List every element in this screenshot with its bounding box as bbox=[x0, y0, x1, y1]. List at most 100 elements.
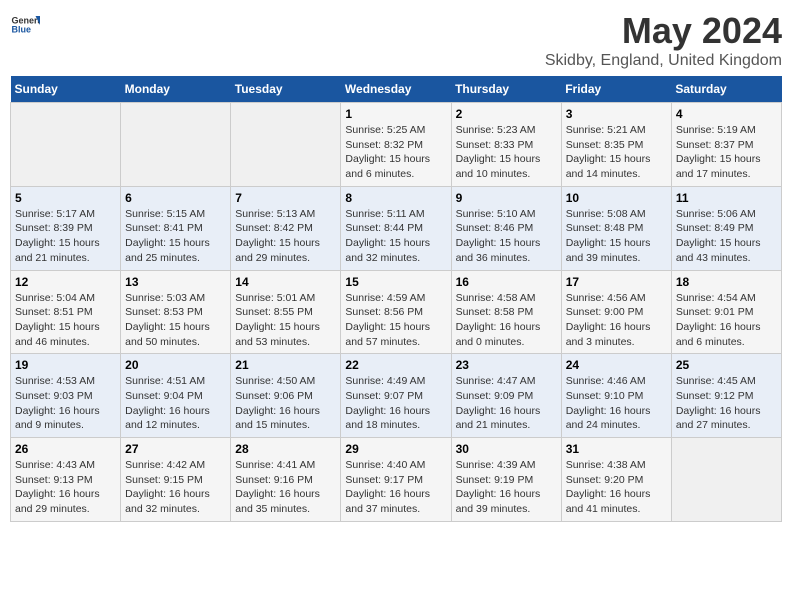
day-info: Sunrise: 4:50 AM Sunset: 9:06 PM Dayligh… bbox=[235, 374, 336, 433]
day-number: 19 bbox=[15, 358, 116, 372]
svg-text:Blue: Blue bbox=[12, 25, 32, 35]
day-info: Sunrise: 5:11 AM Sunset: 8:44 PM Dayligh… bbox=[345, 207, 446, 266]
day-number: 18 bbox=[676, 275, 777, 289]
calendar-cell: 12Sunrise: 5:04 AM Sunset: 8:51 PM Dayli… bbox=[11, 270, 121, 354]
day-number: 8 bbox=[345, 191, 446, 205]
day-info: Sunrise: 4:40 AM Sunset: 9:17 PM Dayligh… bbox=[345, 458, 446, 517]
day-info: Sunrise: 5:13 AM Sunset: 8:42 PM Dayligh… bbox=[235, 207, 336, 266]
day-number: 28 bbox=[235, 442, 336, 456]
weekday-header-thursday: Thursday bbox=[451, 76, 561, 103]
calendar-cell: 15 Sunrise: 4:59 AM Sunset: 8:56 PM Dayli… bbox=[341, 270, 451, 354]
calendar-cell: 8 Sunrise: 5:11 AM Sunset: 8:44 PM Daylig… bbox=[341, 186, 451, 270]
day-number: 10 bbox=[566, 191, 667, 205]
calendar-table: SundayMondayTuesdayWednesdayThursdayFrid… bbox=[10, 76, 782, 522]
day-number: 6 bbox=[125, 191, 226, 205]
calendar-cell: 29 Sunrise: 4:40 AM Sunset: 9:17 PM Dayli… bbox=[341, 438, 451, 522]
day-number: 4 bbox=[676, 107, 777, 121]
day-info: Sunrise: 4:54 AM Sunset: 9:01 PM Dayligh… bbox=[676, 291, 777, 350]
calendar-week-row: 1 Sunrise: 5:25 AM Sunset: 8:32 PM Daylig… bbox=[11, 103, 782, 187]
calendar-cell: 18 Sunrise: 4:54 AM Sunset: 9:01 PM Dayli… bbox=[671, 270, 781, 354]
header: General Blue May 2024 Skidby, England, U… bbox=[10, 10, 782, 70]
day-info: Sunrise: 4:42 AM Sunset: 9:15 PM Dayligh… bbox=[125, 458, 226, 517]
calendar-cell: 27Sunrise: 4:42 AM Sunset: 9:15 PM Dayli… bbox=[121, 438, 231, 522]
day-info: Sunrise: 4:58 AM Sunset: 8:58 PM Dayligh… bbox=[456, 291, 557, 350]
day-number: 23 bbox=[456, 358, 557, 372]
calendar-cell: 7Sunrise: 5:13 AM Sunset: 8:42 PM Daylig… bbox=[231, 186, 341, 270]
day-info: Sunrise: 5:10 AM Sunset: 8:46 PM Dayligh… bbox=[456, 207, 557, 266]
day-info: Sunrise: 5:04 AM Sunset: 8:51 PM Dayligh… bbox=[15, 291, 116, 350]
calendar-cell: 4 Sunrise: 5:19 AM Sunset: 8:37 PM Daylig… bbox=[671, 103, 781, 187]
calendar-cell: 11 Sunrise: 5:06 AM Sunset: 8:49 PM Dayli… bbox=[671, 186, 781, 270]
calendar-cell: 16 Sunrise: 4:58 AM Sunset: 8:58 PM Dayli… bbox=[451, 270, 561, 354]
calendar-cell: 6 Sunrise: 5:15 AM Sunset: 8:41 PM Daylig… bbox=[121, 186, 231, 270]
weekday-header-tuesday: Tuesday bbox=[231, 76, 341, 103]
day-info: Sunrise: 5:15 AM Sunset: 8:41 PM Dayligh… bbox=[125, 207, 226, 266]
title-area: May 2024 Skidby, England, United Kingdom bbox=[545, 10, 782, 70]
weekday-header-monday: Monday bbox=[121, 76, 231, 103]
day-number: 14 bbox=[235, 275, 336, 289]
day-info: Sunrise: 4:46 AM Sunset: 9:10 PM Dayligh… bbox=[566, 374, 667, 433]
day-number: 3 bbox=[566, 107, 667, 121]
logo: General Blue bbox=[10, 10, 40, 40]
calendar-cell bbox=[121, 103, 231, 187]
calendar-cell: 31 Sunrise: 4:38 AM Sunset: 9:20 PM Dayli… bbox=[561, 438, 671, 522]
calendar-cell bbox=[231, 103, 341, 187]
day-number: 5 bbox=[15, 191, 116, 205]
day-number: 11 bbox=[676, 191, 777, 205]
day-info: Sunrise: 4:43 AM Sunset: 9:13 PM Dayligh… bbox=[15, 458, 116, 517]
calendar-cell: 9Sunrise: 5:10 AM Sunset: 8:46 PM Daylig… bbox=[451, 186, 561, 270]
calendar-cell: 25 Sunrise: 4:45 AM Sunset: 9:12 PM Dayli… bbox=[671, 354, 781, 438]
day-info: Sunrise: 4:47 AM Sunset: 9:09 PM Dayligh… bbox=[456, 374, 557, 433]
day-info: Sunrise: 5:06 AM Sunset: 8:49 PM Dayligh… bbox=[676, 207, 777, 266]
calendar-cell: 17Sunrise: 4:56 AM Sunset: 9:00 PM Dayli… bbox=[561, 270, 671, 354]
day-info: Sunrise: 4:45 AM Sunset: 9:12 PM Dayligh… bbox=[676, 374, 777, 433]
calendar-cell: 2Sunrise: 5:23 AM Sunset: 8:33 PM Daylig… bbox=[451, 103, 561, 187]
day-number: 20 bbox=[125, 358, 226, 372]
day-info: Sunrise: 5:01 AM Sunset: 8:55 PM Dayligh… bbox=[235, 291, 336, 350]
day-info: Sunrise: 4:59 AM Sunset: 8:56 PM Dayligh… bbox=[345, 291, 446, 350]
calendar-cell: 10 Sunrise: 5:08 AM Sunset: 8:48 PM Dayli… bbox=[561, 186, 671, 270]
day-info: Sunrise: 5:25 AM Sunset: 8:32 PM Dayligh… bbox=[345, 123, 446, 182]
calendar-cell: 24 Sunrise: 4:46 AM Sunset: 9:10 PM Dayli… bbox=[561, 354, 671, 438]
day-info: Sunrise: 4:53 AM Sunset: 9:03 PM Dayligh… bbox=[15, 374, 116, 433]
calendar-cell: 26Sunrise: 4:43 AM Sunset: 9:13 PM Dayli… bbox=[11, 438, 121, 522]
calendar-cell: 1 Sunrise: 5:25 AM Sunset: 8:32 PM Daylig… bbox=[341, 103, 451, 187]
day-number: 31 bbox=[566, 442, 667, 456]
calendar-cell bbox=[671, 438, 781, 522]
calendar-cell: 22 Sunrise: 4:49 AM Sunset: 9:07 PM Dayli… bbox=[341, 354, 451, 438]
calendar-title: May 2024 bbox=[545, 10, 782, 52]
weekday-header-sunday: Sunday bbox=[11, 76, 121, 103]
calendar-week-row: 19 Sunrise: 4:53 AM Sunset: 9:03 PM Dayli… bbox=[11, 354, 782, 438]
day-info: Sunrise: 4:39 AM Sunset: 9:19 PM Dayligh… bbox=[456, 458, 557, 517]
calendar-cell: 21 Sunrise: 4:50 AM Sunset: 9:06 PM Dayli… bbox=[231, 354, 341, 438]
calendar-week-row: 5Sunrise: 5:17 AM Sunset: 8:39 PM Daylig… bbox=[11, 186, 782, 270]
day-info: Sunrise: 4:56 AM Sunset: 9:00 PM Dayligh… bbox=[566, 291, 667, 350]
day-number: 30 bbox=[456, 442, 557, 456]
day-number: 13 bbox=[125, 275, 226, 289]
calendar-cell bbox=[11, 103, 121, 187]
day-info: Sunrise: 5:08 AM Sunset: 8:48 PM Dayligh… bbox=[566, 207, 667, 266]
day-info: Sunrise: 5:03 AM Sunset: 8:53 PM Dayligh… bbox=[125, 291, 226, 350]
calendar-cell: 20 Sunrise: 4:51 AM Sunset: 9:04 PM Dayli… bbox=[121, 354, 231, 438]
day-number: 15 bbox=[345, 275, 446, 289]
day-number: 16 bbox=[456, 275, 557, 289]
day-number: 22 bbox=[345, 358, 446, 372]
general-blue-logo-icon: General Blue bbox=[10, 10, 40, 40]
day-info: Sunrise: 5:23 AM Sunset: 8:33 PM Dayligh… bbox=[456, 123, 557, 182]
calendar-subtitle: Skidby, England, United Kingdom bbox=[545, 52, 782, 70]
calendar-cell: 23 Sunrise: 4:47 AM Sunset: 9:09 PM Dayli… bbox=[451, 354, 561, 438]
day-number: 25 bbox=[676, 358, 777, 372]
day-info: Sunrise: 4:49 AM Sunset: 9:07 PM Dayligh… bbox=[345, 374, 446, 433]
calendar-cell: 3Sunrise: 5:21 AM Sunset: 8:35 PM Daylig… bbox=[561, 103, 671, 187]
day-number: 21 bbox=[235, 358, 336, 372]
day-number: 24 bbox=[566, 358, 667, 372]
calendar-cell: 30 Sunrise: 4:39 AM Sunset: 9:19 PM Dayli… bbox=[451, 438, 561, 522]
day-info: Sunrise: 5:19 AM Sunset: 8:37 PM Dayligh… bbox=[676, 123, 777, 182]
day-number: 1 bbox=[345, 107, 446, 121]
weekday-header-row: SundayMondayTuesdayWednesdayThursdayFrid… bbox=[11, 76, 782, 103]
calendar-week-row: 26Sunrise: 4:43 AM Sunset: 9:13 PM Dayli… bbox=[11, 438, 782, 522]
day-number: 29 bbox=[345, 442, 446, 456]
day-info: Sunrise: 4:51 AM Sunset: 9:04 PM Dayligh… bbox=[125, 374, 226, 433]
day-info: Sunrise: 4:38 AM Sunset: 9:20 PM Dayligh… bbox=[566, 458, 667, 517]
calendar-cell: 19 Sunrise: 4:53 AM Sunset: 9:03 PM Dayli… bbox=[11, 354, 121, 438]
